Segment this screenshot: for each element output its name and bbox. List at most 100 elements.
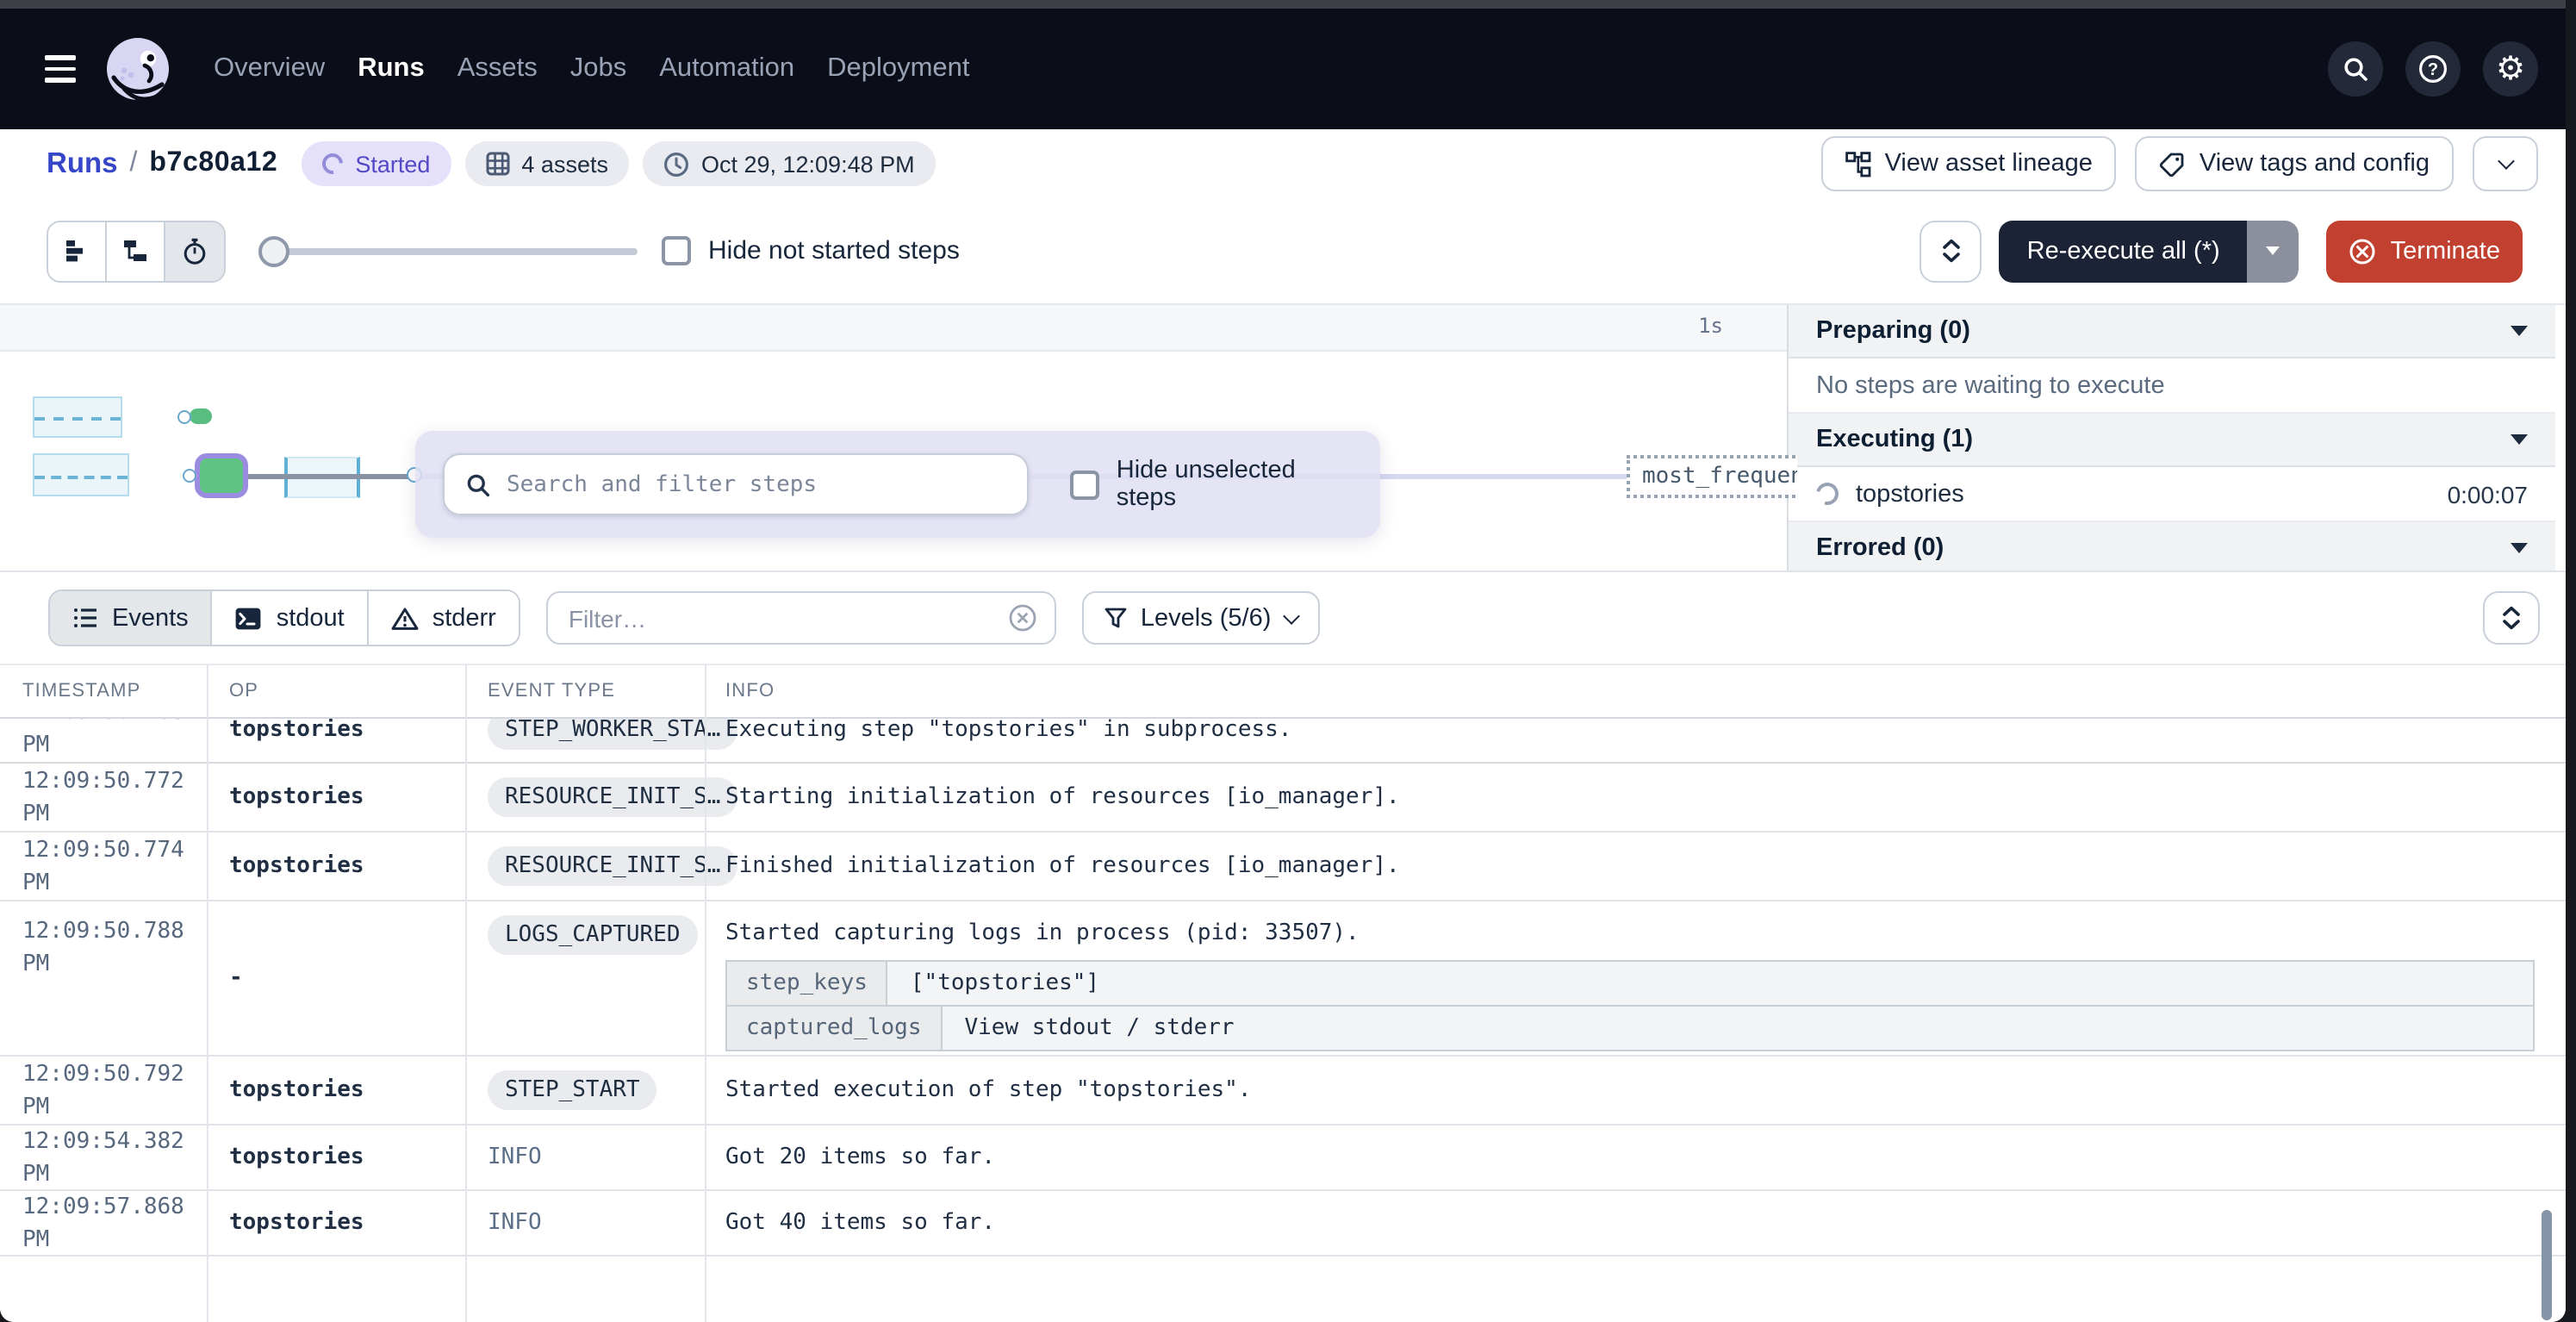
- slider-knob[interactable]: [258, 235, 289, 266]
- gantt-step-selected[interactable]: [195, 453, 248, 498]
- table-row-clipped: 12:09:50.768PM topstories STEP_WORKER_ST…: [0, 719, 2566, 764]
- breadcrumb-runs-link[interactable]: Runs: [47, 147, 118, 180]
- event-metadata-table: step_keys ["topstories"] captured_logs V…: [725, 960, 2535, 1051]
- table-header: TIMESTAMP OP EVENT TYPE INFO: [0, 664, 2566, 719]
- view-tags-config-button[interactable]: View tags and config: [2136, 136, 2454, 191]
- reexecute-all-button[interactable]: Re-execute all (*): [2000, 220, 2248, 282]
- step-spinner-icon: [1812, 478, 1843, 509]
- metadata-value: ["topstories"]: [888, 962, 2533, 1005]
- metadata-key: captured_logs: [727, 1007, 943, 1050]
- event-type-chip[interactable]: LOGS_CAPTURED: [488, 915, 698, 955]
- svg-text:?: ?: [2428, 60, 2438, 79]
- dagster-logo-icon[interactable]: [103, 34, 172, 103]
- help-button[interactable]: ?: [2405, 41, 2461, 97]
- table-row[interactable]: 12:09:50.788PM - LOGS_CAPTURED Started c…: [0, 901, 2566, 1057]
- event-type-chip[interactable]: STEP_WORKER_STA…: [488, 719, 737, 749]
- nav-item-runs[interactable]: Runs: [358, 53, 425, 84]
- table-row[interactable]: 12:09:54.382PM topstories INFO Got 20 it…: [0, 1126, 2566, 1191]
- gantt-step-not-started-2[interactable]: [33, 453, 129, 496]
- metadata-key: step_keys: [727, 962, 888, 1005]
- chevron-down-icon: [2497, 153, 2514, 170]
- status-badge[interactable]: Started: [302, 141, 451, 186]
- assets-badge[interactable]: 4 assets: [464, 141, 629, 186]
- stopwatch-icon: [181, 237, 208, 265]
- event-type-chip[interactable]: RESOURCE_INIT_S…: [488, 846, 737, 886]
- tab-events[interactable]: Events: [50, 591, 213, 645]
- table-row[interactable]: 12:09:50.774PM topstories RESOURCE_INIT_…: [0, 832, 2566, 901]
- levels-filter-button[interactable]: Levels (5/6): [1082, 591, 1320, 645]
- log-scrollbar-thumb[interactable]: [2542, 1210, 2552, 1320]
- window-top-strip: [0, 0, 2566, 9]
- log-filter-box[interactable]: [546, 591, 1056, 645]
- timer-view-button[interactable]: [165, 221, 224, 280]
- step-state-panel: Preparing (0) No steps are waiting to ex…: [1787, 305, 2555, 572]
- column-header-op[interactable]: OP: [207, 681, 465, 702]
- dagster-app: Overview Runs Assets Jobs Automation Dep…: [0, 0, 2576, 1322]
- reexecute-all-label: Re-execute all (*): [2027, 237, 2220, 265]
- run-actions-dropdown-button[interactable]: [2473, 136, 2538, 191]
- tab-events-label: Events: [112, 604, 189, 632]
- gantt-step-not-started-1[interactable]: [33, 396, 122, 438]
- nav-item-jobs[interactable]: Jobs: [570, 53, 627, 84]
- gantt-step-most-frequent[interactable]: most_frequent_: [1627, 455, 1797, 498]
- gear-icon: ⚙: [2496, 53, 2525, 85]
- step-search-box[interactable]: [443, 453, 1030, 515]
- step-search-input[interactable]: [507, 471, 1007, 497]
- table-row[interactable]: 12:09:50.772PM topstories RESOURCE_INIT_…: [0, 764, 2566, 832]
- grid-icon: [485, 152, 509, 176]
- settings-button[interactable]: ⚙: [2483, 41, 2538, 97]
- tab-stdout[interactable]: stdout: [213, 591, 369, 645]
- event-list-icon: [72, 605, 98, 631]
- hide-not-started-checkbox[interactable]: [662, 236, 691, 265]
- caret-down-icon: [2267, 246, 2280, 255]
- tab-stderr[interactable]: stderr: [369, 591, 519, 645]
- funnel-icon: [1104, 607, 1127, 629]
- column-header-info[interactable]: INFO: [705, 681, 2566, 702]
- hide-unselected-checkbox[interactable]: [1071, 470, 1099, 499]
- view-mode-segmented-control: [47, 220, 226, 282]
- waterfall-view-button[interactable]: [107, 221, 165, 280]
- column-header-event-type[interactable]: EVENT TYPE: [465, 681, 705, 702]
- clear-filter-icon[interactable]: [1008, 603, 1037, 633]
- log-panel-resize-button[interactable]: [2483, 591, 2540, 645]
- errored-section-header[interactable]: Errored (0): [1789, 522, 2555, 572]
- flat-view-button[interactable]: [48, 221, 107, 280]
- executing-step-row[interactable]: topstories 0:00:07: [1789, 467, 2555, 522]
- executing-step-name: topstories: [1856, 480, 2430, 508]
- log-tabs: Events stdout stderr: [48, 589, 520, 646]
- nav-item-assets[interactable]: Assets: [457, 53, 538, 84]
- event-type-chip[interactable]: RESOURCE_INIT_S…: [488, 777, 737, 817]
- gantt-connector-line: [248, 474, 414, 479]
- column-header-timestamp[interactable]: TIMESTAMP: [0, 681, 207, 702]
- nav-links: Overview Runs Assets Jobs Automation Dep…: [214, 53, 970, 84]
- nav-item-deployment[interactable]: Deployment: [827, 53, 969, 84]
- collapse-triangle-icon: [2511, 543, 2528, 553]
- reexecute-options-button[interactable]: [2248, 220, 2299, 282]
- lineage-icon: [1845, 151, 1871, 177]
- table-row[interactable]: 12:09:50.768PM topstories STEP_WORKER_ST…: [0, 719, 2566, 764]
- gantt-step-marker-green[interactable]: [190, 408, 212, 424]
- panel-resize-button[interactable]: [1920, 220, 1982, 282]
- view-asset-lineage-button[interactable]: View asset lineage: [1821, 136, 2117, 191]
- nav-item-overview[interactable]: Overview: [214, 53, 325, 84]
- terminate-button[interactable]: Terminate: [2327, 220, 2523, 282]
- event-type-chip[interactable]: STEP_START: [488, 1070, 657, 1110]
- table-row[interactable]: 12:09:57.868PM topstories INFO Got 40 it…: [0, 1191, 2566, 1257]
- hide-not-started-checkbox-row[interactable]: Hide not started steps: [662, 236, 960, 265]
- log-filter-input[interactable]: [569, 604, 1008, 632]
- view-tags-config-label: View tags and config: [2200, 150, 2430, 178]
- executing-section-header[interactable]: Executing (1): [1789, 414, 2555, 467]
- search-button[interactable]: [2328, 41, 2383, 97]
- levels-filter-label: Levels (5/6): [1141, 604, 1272, 632]
- gantt-search-overlay: Hide unselected steps: [415, 431, 1380, 538]
- nav-item-automation[interactable]: Automation: [659, 53, 794, 84]
- reexecute-split-button: Re-execute all (*): [2000, 220, 2299, 282]
- preparing-section-header[interactable]: Preparing (0): [1789, 305, 2555, 359]
- gantt-zoom-slider[interactable]: [258, 235, 638, 266]
- metadata-value-link[interactable]: View stdout / stderr: [943, 1007, 2534, 1050]
- hamburger-menu-icon[interactable]: [45, 56, 76, 83]
- run-id: b7c80a12: [149, 148, 277, 179]
- hide-unselected-checkbox-row[interactable]: Hide unselected steps: [1071, 457, 1353, 512]
- axis-tick-1s: 1s: [1698, 314, 1723, 338]
- run-header: Runs / b7c80a12 Started 4 assets Oct 29,…: [0, 129, 2566, 198]
